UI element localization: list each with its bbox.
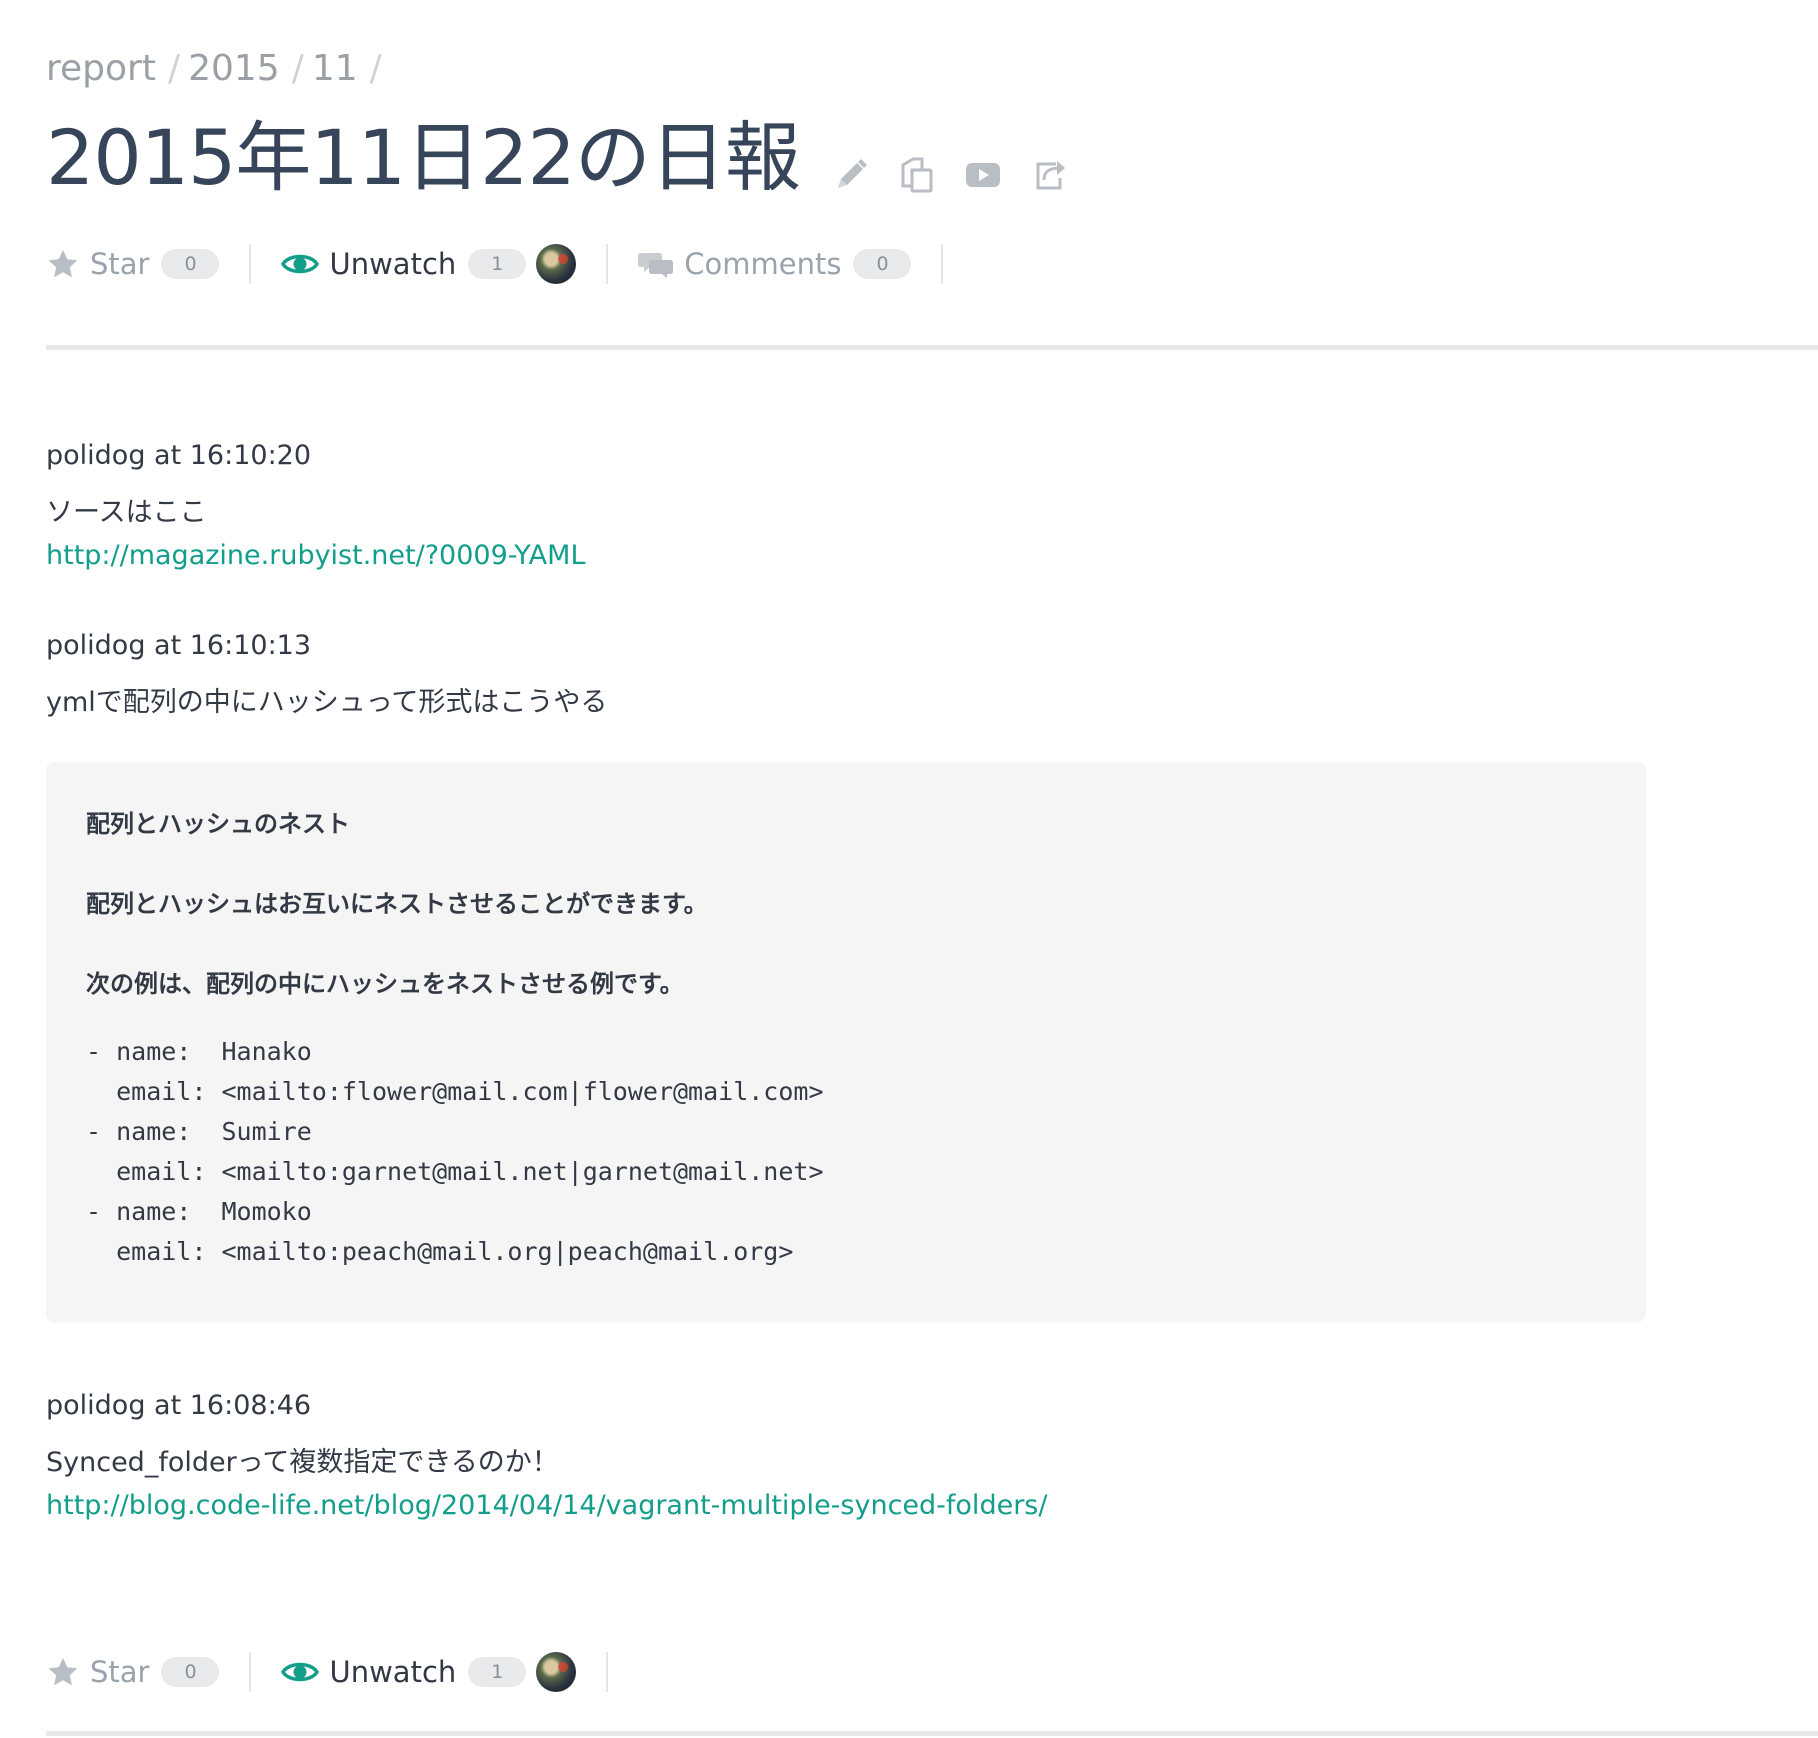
unwatch-label: Unwatch (329, 1655, 457, 1689)
page-title: 2015年11日22の日報 (46, 113, 801, 202)
copy-button[interactable] (898, 156, 936, 194)
unwatch-button[interactable]: Unwatch 1 (281, 1648, 577, 1696)
code-block-paragraph: 配列とハッシュはお互いにネストさせることができます。 (86, 890, 708, 918)
comments-count-badge: 0 (853, 249, 912, 279)
breadcrumb-separator: / (369, 48, 382, 89)
eye-icon (281, 254, 320, 274)
title-actions (832, 156, 1068, 194)
star-count-badge: 0 (161, 1657, 220, 1687)
action-bar-bottom: Star 0 Unwatch 1 (46, 1648, 638, 1696)
entry-header: polidog at 16:10:13 (46, 630, 312, 661)
breadcrumb-separator: / (291, 48, 304, 89)
star-button[interactable]: Star 0 (46, 1648, 220, 1696)
title-row: 2015年11日22の日報 (46, 108, 1068, 208)
edit-button[interactable] (832, 156, 870, 194)
unwatch-label: Unwatch (329, 247, 457, 281)
entry-text: ymlで配列の中にハッシュって形式はこうやる (46, 687, 608, 718)
divider (606, 1652, 609, 1692)
star-label: Star (90, 1655, 150, 1689)
slideshow-button[interactable] (964, 156, 1002, 194)
divider (606, 244, 609, 284)
entry-text: Synced_folderって複数指定できるのか！ (46, 1447, 559, 1478)
code-block: 配列とハッシュのネスト 配列とハッシュはお互いにネストさせることができます。 次… (46, 762, 1646, 1322)
comments-label: Comments (684, 247, 842, 281)
breadcrumb-year[interactable]: 2015 (188, 48, 280, 89)
action-bar-top: Star 0 Unwatch 1 Comments 0 (46, 240, 973, 288)
code-block-paragraph: 次の例は、配列の中にハッシュをネストさせる例です。 (86, 970, 684, 998)
breadcrumb-report[interactable]: report (46, 48, 156, 89)
divider (249, 244, 252, 284)
separator-line (46, 345, 1818, 350)
star-button[interactable]: Star 0 (46, 240, 220, 288)
copy-icon (901, 157, 933, 193)
divider (249, 1652, 252, 1692)
divider (941, 244, 944, 284)
entry-header: polidog at 16:08:46 (46, 1390, 312, 1421)
watcher-avatar[interactable] (536, 1652, 577, 1692)
watch-count-badge: 1 (468, 1657, 527, 1687)
star-icon (48, 1657, 78, 1686)
code-block-heading: 配列とハッシュのネスト (86, 810, 350, 838)
entry-link[interactable]: http://blog.code-life.net/blog/2014/04/1… (46, 1490, 1047, 1521)
breadcrumb-separator: / (167, 48, 181, 89)
entry-header: polidog at 16:10:20 (46, 440, 312, 471)
watch-count-badge: 1 (468, 249, 527, 279)
entry-link[interactable]: http://magazine.rubyist.net/?0009-YAML (46, 540, 586, 571)
breadcrumb-month[interactable]: 11 (312, 48, 358, 89)
play-icon (965, 163, 1000, 187)
entry-text: ソースはここ (46, 497, 207, 528)
yaml-code: - name: Hanako email: <mailto:flower@mai… (86, 1037, 824, 1266)
breadcrumb: report/2015/11/ (46, 48, 390, 89)
share-button[interactable] (1030, 156, 1068, 194)
pencil-icon (837, 159, 867, 188)
separator-line (46, 1731, 1818, 1736)
report-page: report/2015/11/ 2015年11日22の日報 Star 0 Unw… (0, 0, 1818, 1738)
eye-icon (281, 1662, 320, 1682)
star-icon (48, 249, 78, 278)
star-count-badge: 0 (161, 249, 220, 279)
comments-icon (638, 253, 674, 278)
share-icon (1036, 161, 1065, 190)
comments-button[interactable]: Comments 0 (638, 240, 912, 288)
unwatch-button[interactable]: Unwatch 1 (281, 240, 577, 288)
star-label: Star (90, 247, 150, 281)
watcher-avatar[interactable] (536, 244, 577, 284)
